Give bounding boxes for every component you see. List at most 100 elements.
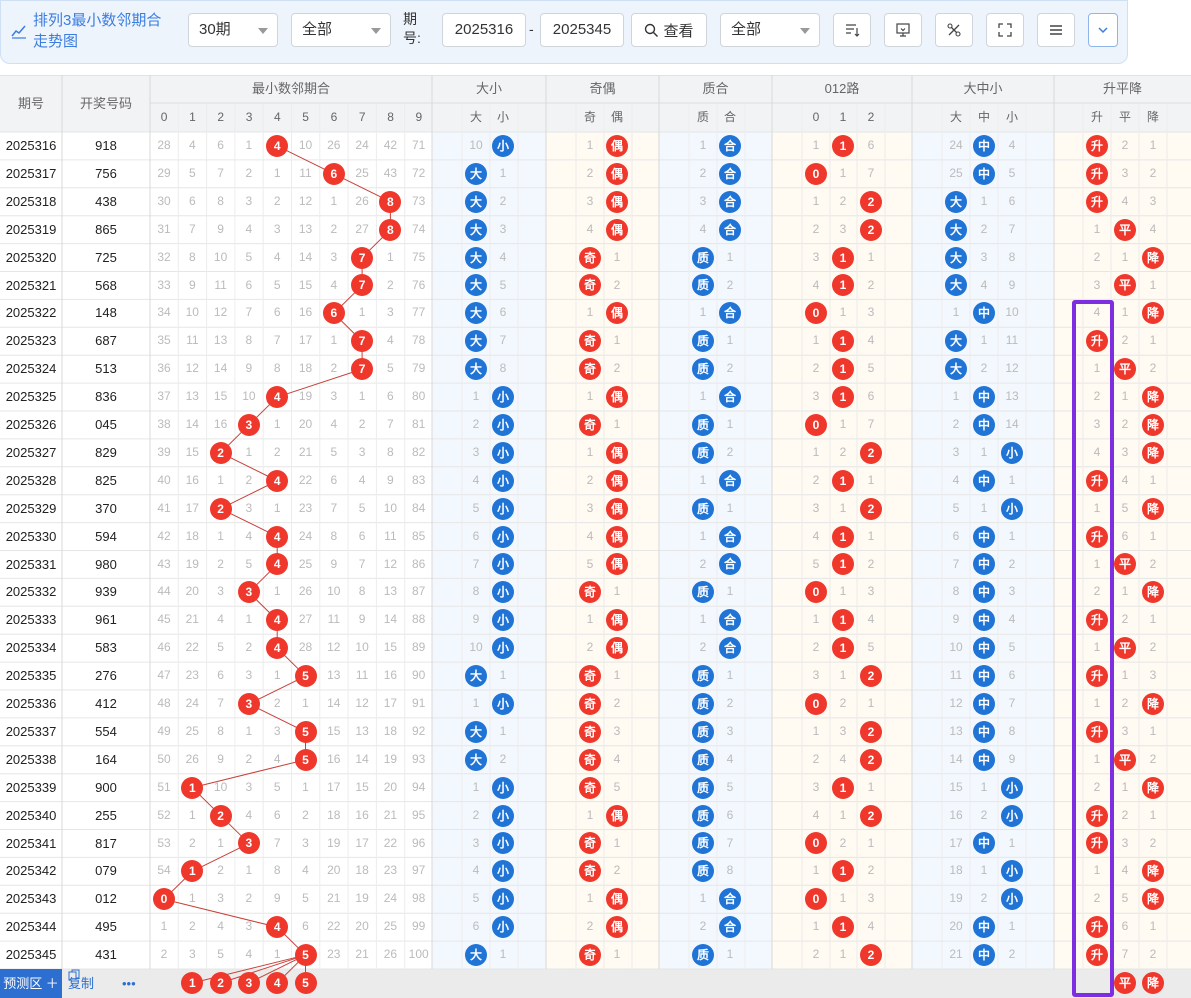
min-sum-cell: 1 bbox=[302, 696, 309, 710]
updown-ball: 升 bbox=[1086, 134, 1108, 157]
min-sum-cell: 4 bbox=[245, 528, 253, 543]
menu-button[interactable] bbox=[1037, 13, 1075, 47]
pc-cell: 1 bbox=[726, 500, 734, 515]
prediction-background bbox=[0, 969, 1191, 998]
route012-ball: 0 bbox=[805, 162, 827, 185]
min-sum-cell: 26 bbox=[185, 751, 199, 766]
min-sum-cell: 42 bbox=[157, 528, 171, 543]
number-cell: 495 bbox=[95, 919, 117, 935]
issue-cell: 2025342 bbox=[5, 863, 57, 879]
min-sum-cell: 91 bbox=[412, 696, 426, 710]
from-issue-input[interactable]: 2025316 bbox=[442, 13, 526, 47]
min-sum-cell: 19 bbox=[383, 751, 398, 766]
route012-cell: 2 bbox=[812, 947, 820, 962]
min-sum-ball: 6 bbox=[322, 162, 345, 185]
bms-cell: 18 bbox=[949, 863, 963, 878]
pc-ball: 合 bbox=[719, 525, 741, 548]
pc-cell: 7 bbox=[726, 835, 734, 850]
filter-select-2[interactable]: 全部 bbox=[720, 13, 820, 47]
bs-ball: 小 bbox=[492, 386, 514, 409]
min-sum-cell: 15 bbox=[327, 723, 341, 738]
bs-ball: 大 bbox=[465, 748, 487, 771]
bs-ball: 小 bbox=[492, 441, 514, 464]
oe-ball: 奇 bbox=[579, 358, 601, 381]
predict-button[interactable]: 预测区 ＋ bbox=[0, 969, 62, 998]
bms-cell: 11 bbox=[1005, 333, 1019, 348]
min-sum-cell: 4 bbox=[245, 807, 253, 822]
bms-cell: 12 bbox=[949, 696, 963, 710]
view-button[interactable]: 查看 bbox=[631, 13, 707, 47]
bs-ball: 小 bbox=[492, 804, 514, 827]
pc-cell: 1 bbox=[699, 138, 707, 152]
pc-ball: 合 bbox=[719, 916, 741, 939]
expand-button[interactable] bbox=[1088, 13, 1118, 47]
min-sum-cell: 3 bbox=[387, 305, 394, 320]
sort-button[interactable] bbox=[833, 13, 871, 47]
min-sum-cell: 7 bbox=[273, 835, 281, 850]
route012-cell: 3 bbox=[867, 891, 875, 906]
min-sum-cell: 18 bbox=[298, 361, 313, 376]
bms-cell: 1 bbox=[980, 863, 988, 878]
min-sum-cell: 7 bbox=[245, 305, 253, 320]
route012-cell: 1 bbox=[812, 919, 820, 934]
fullscreen-button[interactable] bbox=[986, 13, 1024, 47]
min-sum-cell: 4 bbox=[217, 919, 224, 934]
digit-subheader: 6 bbox=[330, 110, 338, 124]
min-sum-ball: 7 bbox=[351, 246, 374, 269]
min-sum-cell: 79 bbox=[412, 361, 426, 376]
route012-ball: 2 bbox=[860, 944, 882, 967]
updown-ball: 降 bbox=[1142, 413, 1164, 436]
min-sum-cell: 8 bbox=[188, 249, 196, 264]
bms-ball: 中 bbox=[973, 916, 995, 939]
bs-cell: 7 bbox=[472, 556, 480, 571]
filter-select-1[interactable]: 全部 bbox=[291, 13, 391, 47]
pc-ball: 质 bbox=[692, 665, 714, 688]
route012-ball: 0 bbox=[805, 692, 827, 715]
issue-cell: 2025339 bbox=[5, 779, 57, 795]
min-sum-cell: 94 bbox=[412, 779, 426, 794]
min-sum-ball: 2 bbox=[209, 497, 232, 520]
pc-ball: 质 bbox=[692, 692, 714, 715]
route012-cell: 1 bbox=[812, 863, 820, 878]
copy-button[interactable]: 复制 bbox=[68, 969, 94, 998]
digit-subheader: 8 bbox=[387, 110, 394, 124]
more-button[interactable]: ••• bbox=[122, 969, 136, 998]
min-sum-cell: 1 bbox=[188, 807, 196, 822]
min-sum-cell: 6 bbox=[302, 919, 309, 934]
pc-cell: 2 bbox=[699, 556, 707, 571]
min-sum-cell: 5 bbox=[330, 444, 338, 459]
oe-ball: 偶 bbox=[606, 218, 628, 241]
route012-ball: 1 bbox=[832, 469, 854, 492]
digit-subheader: 3 bbox=[245, 110, 253, 124]
route012-cell: 4 bbox=[867, 333, 875, 348]
min-sum-cell: 15 bbox=[355, 779, 369, 794]
updown-cell: 1 bbox=[1093, 361, 1101, 376]
display-button[interactable] bbox=[884, 13, 922, 47]
oe-ball: 奇 bbox=[579, 944, 601, 967]
bms-cell: 25 bbox=[949, 165, 963, 180]
oe-cell: 5 bbox=[613, 779, 621, 794]
issue-cell: 2025323 bbox=[5, 333, 57, 349]
bms-cell: 1 bbox=[1008, 528, 1016, 543]
tools-button[interactable] bbox=[935, 13, 973, 47]
route012-cell: 2 bbox=[839, 193, 847, 208]
bms-cell: 24 bbox=[949, 138, 963, 152]
min-sum-cell: 1 bbox=[245, 723, 253, 738]
updown-ball: 平 bbox=[1114, 637, 1136, 660]
oe-cell: 1 bbox=[613, 947, 621, 962]
bms-cell: 1 bbox=[952, 389, 960, 404]
updown-cell: 1 bbox=[1121, 249, 1129, 264]
bms-cell: 1 bbox=[1008, 919, 1016, 934]
min-sum-cell: 1 bbox=[273, 584, 281, 599]
period-select[interactable]: 30期 bbox=[188, 13, 278, 47]
updown-cell: 1 bbox=[1121, 779, 1129, 794]
number-column-header: 开奖号码 bbox=[79, 96, 132, 111]
updown-cell: 1 bbox=[1093, 556, 1101, 571]
bs-cell: 9 bbox=[472, 612, 480, 627]
updown-cell: 1 bbox=[1149, 723, 1157, 738]
number-cell: 961 bbox=[95, 612, 117, 628]
route012-ball: 1 bbox=[832, 637, 854, 660]
oe-cell: 1 bbox=[586, 138, 594, 152]
bms-cell: 1 bbox=[980, 193, 988, 208]
to-issue-input[interactable]: 2025345 bbox=[540, 13, 624, 47]
